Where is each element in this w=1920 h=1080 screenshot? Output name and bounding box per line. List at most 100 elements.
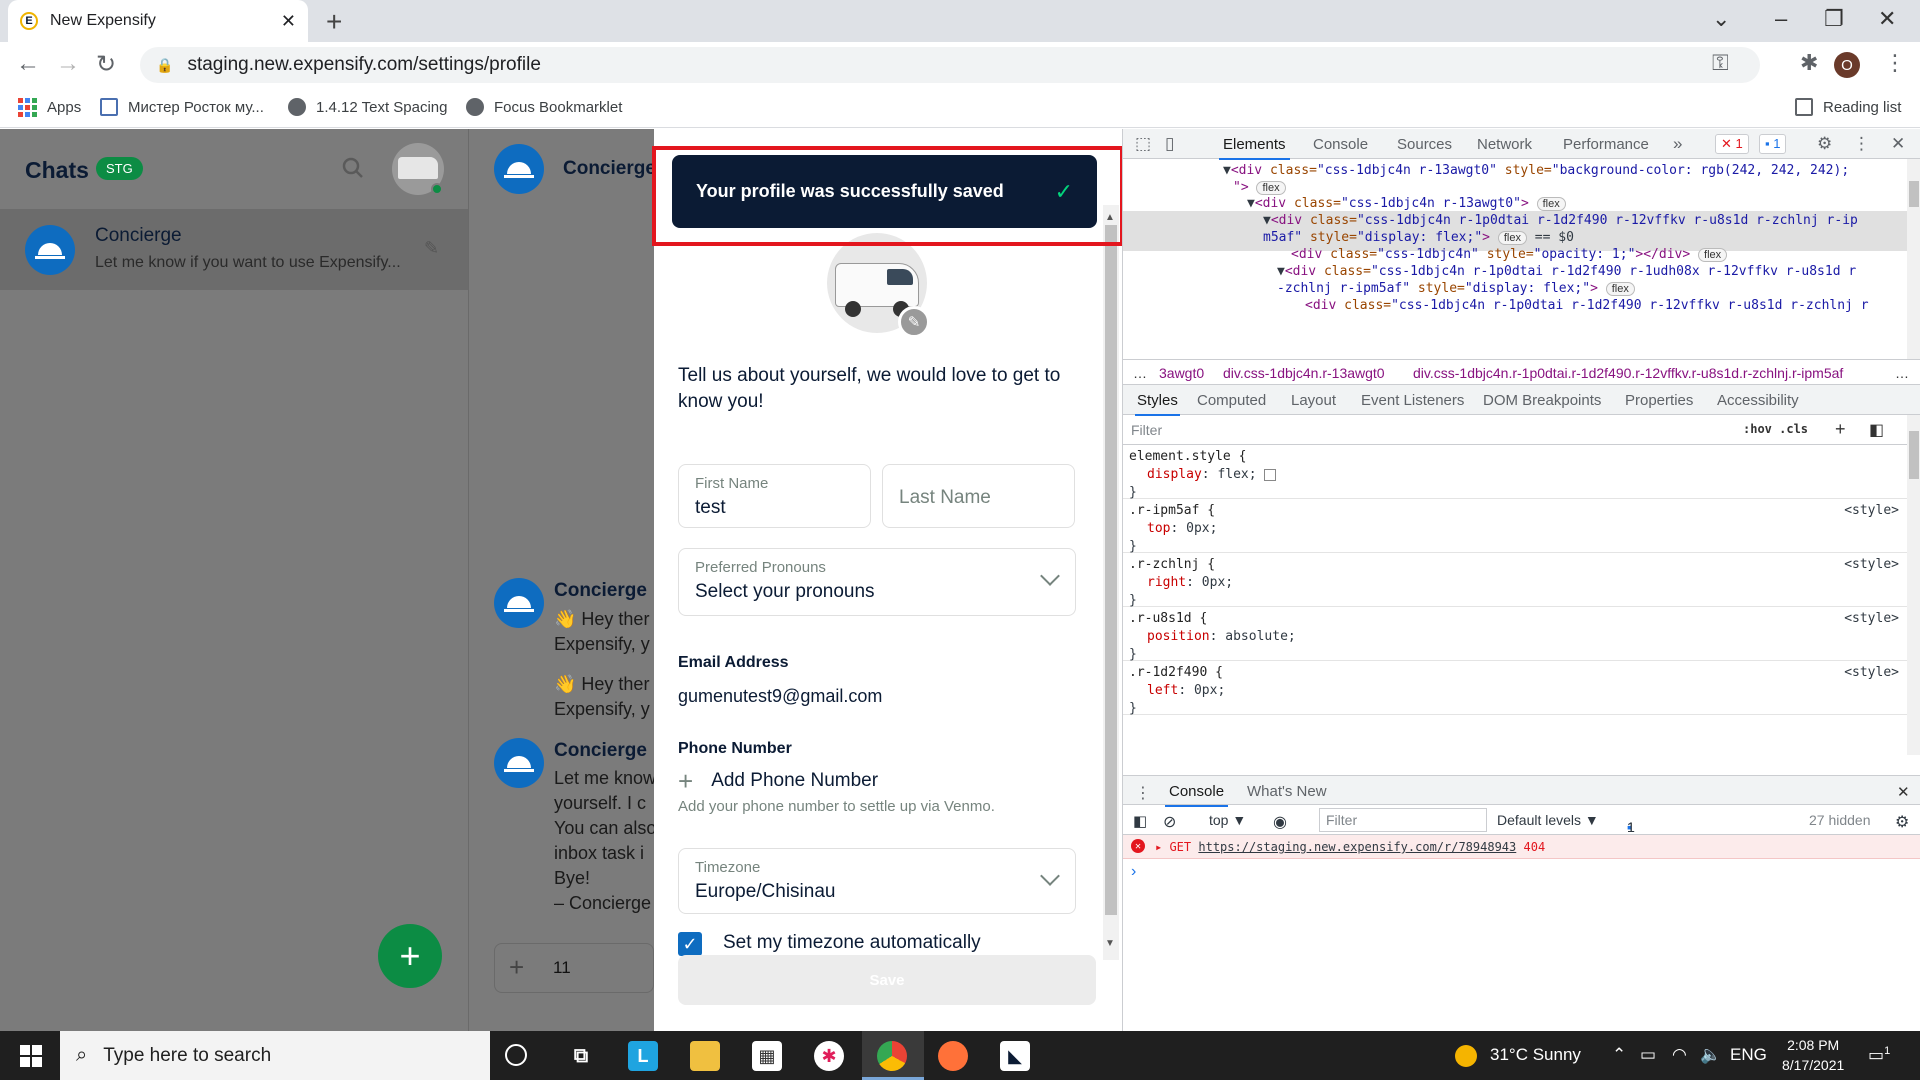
tab-performance[interactable]: Performance [1563, 136, 1649, 153]
device-toolbar-icon[interactable]: ▯ [1165, 134, 1174, 154]
drawer-tab-whats-new[interactable]: What's New [1247, 783, 1327, 800]
tab-elements[interactable]: Elements [1219, 136, 1290, 160]
message-count-badge[interactable]: ▪ 1 [1759, 134, 1787, 154]
rule-property[interactable]: display: flex; [1147, 467, 1277, 482]
dom-node[interactable]: <div class="css-1dbjc4n" style="opacity:… [1291, 247, 1728, 262]
window-close-icon[interactable]: ✕ [1878, 6, 1896, 32]
save-button[interactable]: Save [678, 955, 1096, 1005]
rule-source[interactable]: <style> [1844, 665, 1899, 680]
bookmark-apps[interactable]: Apps [18, 98, 81, 117]
tab-computed[interactable]: Computed [1197, 392, 1266, 409]
devtools-menu-icon[interactable]: ⋮ [1853, 134, 1870, 154]
chrome-icon[interactable] [877, 1041, 907, 1071]
rule-source[interactable]: <style> [1844, 503, 1899, 518]
new-tab-icon[interactable]: + [326, 6, 342, 38]
weather-text[interactable]: 31°C Sunny [1490, 1045, 1581, 1065]
settings-gear-icon[interactable]: ⚙ [1817, 134, 1832, 154]
dom-node-selected[interactable]: ▼<div class="css-1dbjc4n r-1p0dtai r-1d2… [1263, 213, 1858, 228]
dom-node-selected[interactable]: m5af" style="display: flex;"> flex == $0 [1263, 230, 1574, 245]
tab-console[interactable]: Console [1313, 136, 1368, 153]
breadcrumb-overflow[interactable]: … [1895, 365, 1909, 381]
more-tabs-icon[interactable]: » [1673, 134, 1682, 154]
attach-plus-icon[interactable]: + [509, 952, 524, 983]
back-icon[interactable]: ← [16, 50, 40, 78]
tab-properties[interactable]: Properties [1625, 392, 1693, 409]
firefox-icon[interactable] [938, 1041, 968, 1071]
windows-start-icon[interactable] [20, 1045, 42, 1067]
rule-source[interactable]: <style> [1844, 557, 1899, 572]
taskbar-clock[interactable]: 2:08 PM 8/17/2021 [1782, 1035, 1844, 1075]
language-indicator[interactable]: ENG [1730, 1045, 1767, 1065]
app-l-icon[interactable]: L [628, 1041, 658, 1071]
file-explorer-icon[interactable] [690, 1041, 720, 1071]
notifications-icon[interactable]: ▭1 [1868, 1045, 1890, 1066]
console-settings-gear-icon[interactable]: ⚙ [1895, 812, 1909, 832]
dom-node[interactable]: -zchlnj r-ipm5af" style="display: flex;"… [1277, 281, 1635, 296]
error-count-badge[interactable]: ✕ 1 [1715, 134, 1749, 154]
volume-icon[interactable]: 🔈 [1700, 1045, 1721, 1065]
search-icon[interactable] [342, 157, 364, 179]
reading-list-button[interactable]: Reading list [1795, 98, 1901, 116]
console-error-row[interactable]: ✕ ▸ GET https://staging.new.expensify.co… [1123, 835, 1920, 859]
extensions-icon[interactable]: ✱ [1800, 50, 1818, 76]
rule-property[interactable]: position: absolute; [1147, 629, 1296, 644]
devtools-close-icon[interactable]: ✕ [1891, 134, 1905, 154]
rule-selector[interactable]: .r-u8s1d { [1129, 611, 1207, 626]
first-name-field[interactable]: First Name test [678, 464, 871, 528]
key-icon[interactable]: ⚿ [1712, 50, 1729, 76]
rule-selector[interactable]: .r-1d2f490 { [1129, 665, 1223, 680]
task-view-icon[interactable]: ⧉ [566, 1041, 596, 1071]
forward-icon[interactable]: → [56, 50, 80, 78]
auto-timezone-checkbox[interactable]: ✓ [678, 932, 702, 956]
dom-node[interactable]: ▼<div class="css-1dbjc4n r-1p0dtai r-1d2… [1277, 264, 1856, 279]
browser-menu-icon[interactable]: ⋮ [1884, 50, 1906, 76]
pronouns-select[interactable]: Preferred Pronouns Select your pronouns [678, 548, 1076, 616]
address-bar[interactable]: 🔒 staging.new.expensify.com/settings/pro… [140, 47, 1760, 83]
profile-scrollbar-thumb[interactable] [1105, 225, 1117, 915]
dom-scrollbar-thumb[interactable] [1909, 181, 1919, 207]
drawer-tab-console[interactable]: Console [1164, 783, 1229, 807]
rule-selector[interactable]: .r-zchlnj { [1129, 557, 1215, 572]
battery-icon[interactable]: ▭ [1640, 1045, 1656, 1065]
rule-property[interactable]: right: 0px; [1147, 575, 1233, 590]
message-composer[interactable]: + 11 [494, 943, 654, 993]
store-icon[interactable]: ▦ [752, 1041, 782, 1071]
dom-node[interactable]: "> flex [1233, 180, 1286, 195]
live-expression-eye-icon[interactable]: ◉ [1273, 812, 1287, 832]
console-sidebar-icon[interactable]: ◧ [1133, 812, 1147, 830]
breadcrumb-item[interactable]: div.css-1dbjc4n.r-13awgt0 [1223, 365, 1385, 381]
drawer-menu-icon[interactable]: ⋮ [1135, 783, 1151, 803]
inspect-element-icon[interactable]: ⬚ [1135, 134, 1151, 154]
tab-search-icon[interactable]: ⌄ [1712, 6, 1730, 32]
reload-icon[interactable]: ↻ [96, 50, 116, 79]
tab-accessibility[interactable]: Accessibility [1717, 392, 1799, 409]
rule-selector[interactable]: element.style { [1129, 449, 1246, 464]
bookmark-item[interactable]: Мистер Росток му... [100, 98, 264, 116]
tab-dom-breakpoints[interactable]: DOM Breakpoints [1483, 392, 1601, 409]
dom-node[interactable]: <div class="css-1dbjc4n r-1p0dtai r-1d2f… [1305, 298, 1869, 313]
tab-network[interactable]: Network [1477, 136, 1532, 153]
rule-property[interactable]: top: 0px; [1147, 521, 1217, 536]
breadcrumb-item[interactable]: div.css-1dbjc4n.r-1p0dtai.r-1d2f490.r-12… [1413, 365, 1843, 381]
hov-cls-toggles[interactable]: :hov .cls [1743, 422, 1808, 436]
cortana-icon[interactable] [505, 1044, 527, 1066]
bookmark-item[interactable]: Focus Bookmarklet [466, 98, 622, 116]
minimize-icon[interactable]: – [1775, 6, 1787, 32]
last-name-field[interactable]: Last Name [882, 464, 1075, 528]
slack-icon[interactable]: ✱ [814, 1041, 844, 1071]
scroll-down-arrow-icon[interactable]: ▼ [1105, 938, 1115, 949]
add-phone-number-button[interactable]: + Add Phone Number [678, 768, 878, 794]
edit-photo-pencil-icon[interactable]: ✎ [898, 306, 930, 338]
tab-close-icon[interactable]: ✕ [281, 11, 296, 32]
taskbar-search-box[interactable]: ⌕ Type here to search [60, 1031, 490, 1080]
wifi-icon[interactable]: ◠ [1672, 1045, 1687, 1065]
toggle-sidebar-icon[interactable]: ◧ [1869, 420, 1884, 440]
new-style-rule-icon[interactable]: + [1835, 419, 1846, 440]
timezone-select[interactable]: Timezone Europe/Chisinau [678, 848, 1076, 914]
breadcrumb-item[interactable]: 3awgt0 [1159, 365, 1204, 381]
tab-sources[interactable]: Sources [1397, 136, 1452, 153]
profile-avatar[interactable]: O [1834, 52, 1860, 78]
breadcrumb-overflow[interactable]: … [1133, 365, 1147, 381]
styles-scrollbar-thumb[interactable] [1909, 431, 1919, 479]
rule-source[interactable]: <style> [1844, 611, 1899, 626]
